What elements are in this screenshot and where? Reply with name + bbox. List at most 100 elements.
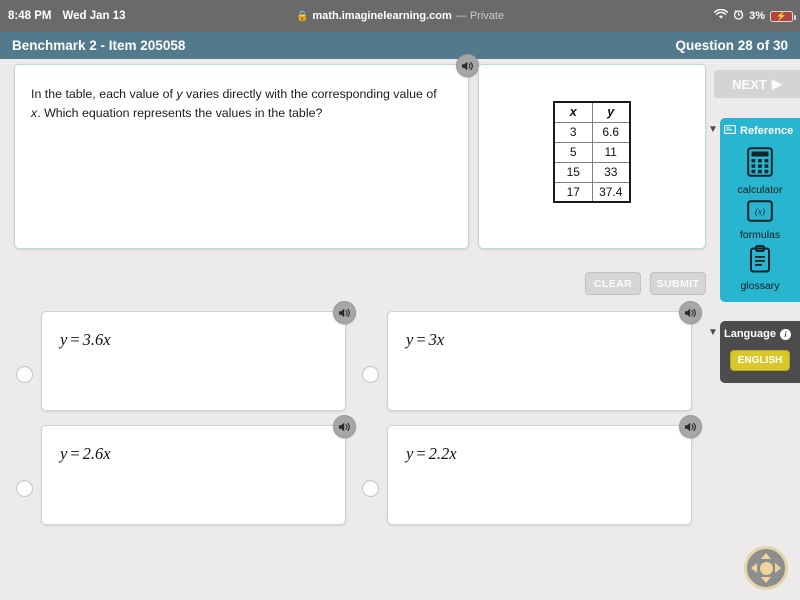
answer-choice-b[interactable]: y = 3x (346, 301, 702, 411)
choice-c-equation: y = 2.6x (42, 426, 345, 464)
choice-d-speaker-button[interactable] (679, 415, 702, 438)
choice-c-rhs: 2.6x (82, 444, 111, 463)
tool-formulas-label: formulas (739, 229, 781, 241)
item-stage: In the table, each value of y varies dir… (0, 54, 800, 600)
lock-icon: 🔒 (295, 10, 309, 22)
reference-panel-title: Reference (740, 125, 794, 137)
clear-button[interactable]: CLEAR (585, 272, 641, 295)
battery-percent: 3% (749, 10, 765, 22)
choice-b-box[interactable]: y = 3x (387, 301, 702, 411)
language-panel: ▼ Language i ENGLISH (708, 321, 800, 383)
battery-charging-icon: ⚡ (770, 10, 796, 22)
answer-choice-a[interactable]: y = 3.6x (0, 301, 356, 411)
dpad-left-icon[interactable] (751, 563, 757, 573)
tool-calculator-label: calculator (737, 184, 783, 196)
reference-card-icon (724, 125, 736, 137)
choice-b-speaker-button[interactable] (679, 301, 702, 324)
wifi-icon (714, 8, 729, 23)
dpad-center-hub[interactable] (759, 561, 773, 575)
clipboard-icon (749, 245, 771, 278)
choice-d-op: = (416, 444, 426, 463)
table-cell-y: 11 (591, 141, 631, 163)
directional-pad-control[interactable] (744, 546, 788, 590)
dpad-right-icon[interactable] (775, 563, 781, 573)
caret-down-icon[interactable]: ▼ (708, 328, 718, 338)
speaker-icon (685, 308, 696, 317)
table-row: 17 37.4 (553, 181, 631, 203)
language-english-button[interactable]: ENGLISH (730, 350, 790, 371)
next-button-label: NEXT (732, 76, 767, 92)
choice-d-rhs: 2.2x (428, 444, 457, 463)
radio-choice-c[interactable] (16, 480, 33, 497)
dpad-down-icon[interactable] (761, 577, 771, 583)
stimulus-table-wrap: x y 3 6.6 5 11 15 33 17 37.4 (479, 101, 705, 203)
choice-d-box[interactable]: y = 2.2x (387, 415, 702, 525)
table-row: 15 33 (553, 161, 631, 183)
ios-status-bar: 8:48 PM Wed Jan 13 🔒 math.imaginelearnin… (0, 0, 800, 32)
table-cell-x: 5 (553, 141, 593, 163)
table-row: 5 11 (553, 141, 631, 163)
question-text-part2: varies directly with the corresponding v… (182, 87, 437, 101)
answer-choice-c[interactable]: y = 2.6x (0, 415, 356, 525)
svg-text:(x): (x) (755, 207, 765, 217)
stimulus-table: x y 3 6.6 5 11 15 33 17 37.4 (553, 101, 631, 203)
calculator-icon (747, 147, 773, 182)
answer-choice-row: y = 3.6x y = 3x (0, 301, 710, 425)
radio-choice-d[interactable] (362, 480, 379, 497)
choice-c-op: = (70, 444, 80, 463)
answer-choice-d[interactable]: y = 2.2x (346, 415, 702, 525)
choice-a-op: = (70, 330, 80, 349)
play-triangle-icon: ▶ (771, 76, 782, 91)
caret-down-icon[interactable]: ▼ (708, 125, 718, 135)
language-panel-header[interactable]: ▼ Language i (708, 321, 800, 346)
tool-formulas[interactable]: (x) formulas (720, 200, 800, 241)
table-cell-y: 33 (591, 161, 631, 183)
tool-glossary-label: glossary (740, 280, 780, 292)
radio-choice-b[interactable] (362, 366, 379, 383)
status-bar-right: 3% ⚡ (714, 0, 796, 32)
question-text: In the table, each value of y varies dir… (15, 65, 468, 123)
choice-d-equation: y = 2.2x (388, 426, 691, 464)
private-label: — Private (455, 10, 505, 22)
alarm-clock-icon (733, 9, 744, 23)
question-text-part3: . Which equation represents the values i… (37, 106, 323, 121)
next-button[interactable]: NEXT ▶ (714, 70, 800, 98)
info-icon[interactable]: i (779, 328, 791, 340)
speaker-icon (462, 61, 473, 70)
language-panel-title: Language (724, 328, 776, 340)
action-button-row: CLEAR SUBMIT (478, 272, 706, 295)
question-speaker-button[interactable] (456, 54, 479, 77)
reference-panel-header[interactable]: ▼ Reference (708, 118, 800, 143)
table-row: 3 6.6 (553, 121, 631, 143)
choice-c-box[interactable]: y = 2.6x (41, 415, 356, 525)
tool-rail: NEXT ▶ ▼ Reference calculator (x) formul… (708, 59, 800, 600)
choice-a-equation: y = 3.6x (42, 312, 345, 350)
table-cell-y: 37.4 (591, 181, 631, 203)
address-bar[interactable]: 🔒 math.imaginelearning.com — Private (0, 10, 800, 22)
choice-b-op: = (416, 330, 426, 349)
assessment-title: Benchmark 2 - Item 205058 (12, 38, 186, 53)
table-header-row: x y (553, 101, 631, 123)
table-cell-y: 6.6 (591, 121, 631, 143)
tool-calculator[interactable]: calculator (720, 147, 800, 196)
table-header-y: y (591, 101, 631, 123)
formulas-fx-icon: (x) (747, 200, 773, 227)
tool-glossary[interactable]: glossary (720, 245, 800, 292)
dpad-up-icon[interactable] (761, 553, 771, 559)
question-panel: In the table, each value of y varies dir… (14, 54, 479, 249)
speaker-icon (685, 422, 696, 431)
table-cell-x: 17 (553, 181, 593, 203)
question-text-part1: In the table, each value of (31, 87, 177, 101)
submit-button[interactable]: SUBMIT (650, 272, 706, 295)
question-progress: Question 28 of 30 (675, 38, 788, 53)
assessment-header: Benchmark 2 - Item 205058 Question 28 of… (0, 32, 800, 59)
table-header-x: x (553, 101, 593, 123)
table-cell-x: 3 (553, 121, 593, 143)
reference-panel: ▼ Reference calculator (x) formulas glos… (708, 118, 800, 302)
choice-b-equation: y = 3x (388, 312, 691, 350)
page-url: math.imaginelearning.com (312, 10, 452, 22)
radio-choice-a[interactable] (16, 366, 33, 383)
app-root: 8:48 PM Wed Jan 13 🔒 math.imaginelearnin… (0, 0, 800, 600)
choice-a-box[interactable]: y = 3.6x (41, 301, 356, 411)
choice-b-rhs: 3x (428, 330, 445, 349)
